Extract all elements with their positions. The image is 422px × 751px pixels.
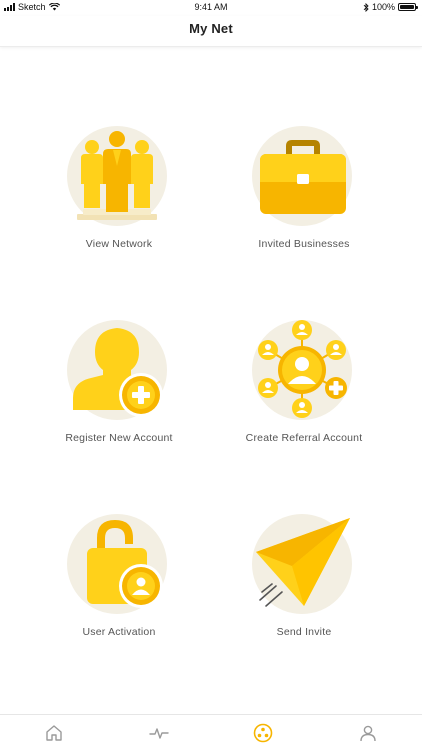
tab-profile[interactable] [358,723,378,743]
people-group-icon [67,126,171,230]
battery-icon [398,3,418,11]
user-activation-tile[interactable]: User Activation [24,514,214,664]
bluetooth-icon [363,2,369,12]
activity-icon [149,728,169,739]
status-bar: Sketch 9:41 AM 100% [0,0,422,16]
invited-businesses-tile[interactable]: Invited Businesses [209,126,399,276]
invited-businesses-label: Invited Businesses [258,238,350,250]
create-referral-account-tile[interactable]: Create Referral Account [209,320,399,470]
nav-bar: My Net [0,16,422,47]
tab-home[interactable] [44,723,64,743]
register-new-account-label: Register New Account [65,432,173,444]
status-right: 100% [363,2,418,12]
battery-percent: 100% [371,2,395,12]
unlocked-padlock-icon [67,514,171,618]
network-icon [253,723,273,743]
send-invite-tile[interactable]: Send Invite [209,514,399,664]
paper-plane-icon [252,514,356,618]
profile-icon [360,725,376,742]
tab-bar [0,714,422,751]
home-icon [46,725,62,741]
tab-activity[interactable] [149,723,169,743]
create-referral-account-label: Create Referral Account [245,432,363,444]
status-time: 9:41 AM [194,2,228,12]
action-grid: View Network Invited Businesses Register… [0,46,422,714]
page-title: My Net [189,21,233,36]
send-invite-label: Send Invite [276,626,332,638]
referral-network-icon [252,320,356,424]
tab-network[interactable] [253,723,273,743]
add-user-icon [67,320,171,424]
briefcase-icon [252,126,356,230]
register-new-account-tile[interactable]: Register New Account [24,320,214,470]
view-network-label: View Network [85,238,153,250]
view-network-tile[interactable]: View Network [24,126,214,276]
user-activation-label: User Activation [82,626,156,638]
